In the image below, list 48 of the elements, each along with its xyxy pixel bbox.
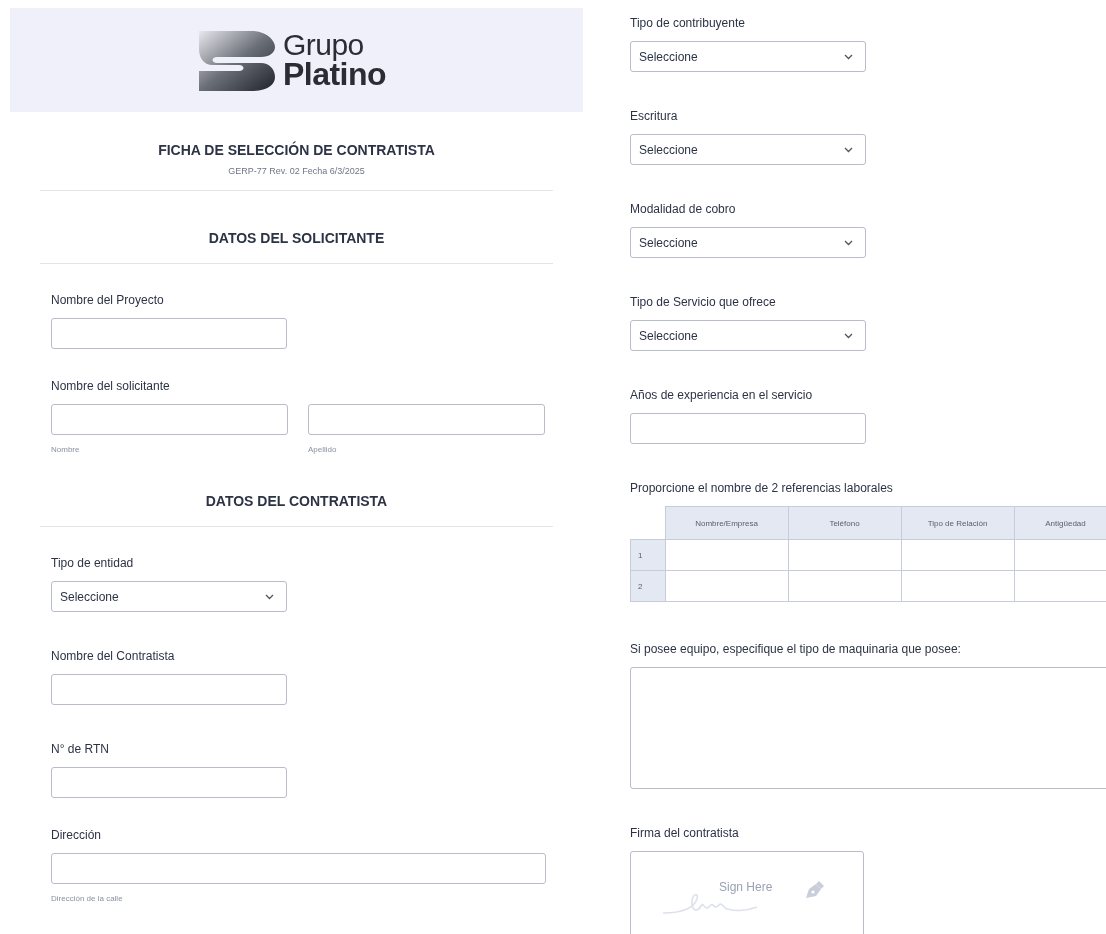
chevron-down-icon xyxy=(265,593,274,600)
chevron-down-icon xyxy=(844,146,853,153)
dropdown[interactable]: Seleccione xyxy=(630,41,866,72)
text-field[interactable] xyxy=(308,404,545,435)
column-header: Antigüedad xyxy=(1014,506,1106,540)
section-heading: DATOS DEL SOLICITANTE xyxy=(208,230,385,246)
text-field[interactable] xyxy=(51,674,287,705)
text-area[interactable] xyxy=(630,667,1106,789)
row-number: 1 xyxy=(630,539,665,571)
logo-wordmark: Grupo xyxy=(282,30,365,60)
dropdown[interactable]: Seleccione xyxy=(630,134,866,165)
field-label: Tipo de Servicio que ofrece xyxy=(630,295,777,309)
column-header: Tipo de Relación xyxy=(901,506,1014,540)
field-label: Proporcione el nombre de 2 referencias laborales xyxy=(630,481,894,495)
row-number: 2 xyxy=(630,570,665,602)
field-label: Si posee equipo, especifique el tipo de maquinaria que posee: xyxy=(630,642,962,656)
signature-placeholder: Sign Here xyxy=(719,880,773,894)
field-label: Tipo de contribuyente xyxy=(630,16,746,30)
dropdown[interactable]: Seleccione xyxy=(630,227,866,258)
form-title: FICHA DE SELECCIÓN DE CONTRATISTA xyxy=(157,142,436,158)
field-hint: Dirección de la calle xyxy=(51,894,124,903)
chevron-down-icon xyxy=(844,239,853,246)
field-label: Nombre del solicitante xyxy=(51,379,171,393)
field-label: Escritura xyxy=(630,109,679,123)
column-header: Nombre/Empresa xyxy=(665,506,788,540)
field-label: Años de experiencia en el servicio xyxy=(630,388,814,402)
field-label: Tipo de entidad xyxy=(51,556,135,570)
text-field[interactable] xyxy=(51,853,546,884)
text-field[interactable] xyxy=(51,767,287,798)
text-field[interactable] xyxy=(51,318,287,349)
form-code: GERP-77 Rev. 02 Fecha 6/3/2025 xyxy=(227,166,366,176)
field-label: Dirección xyxy=(51,828,102,842)
field-hint: Nombre xyxy=(51,445,81,454)
column-header: Teléfono xyxy=(788,506,901,540)
chevron-down-icon xyxy=(844,332,853,339)
field-label: Nombre del Proyecto xyxy=(51,293,165,307)
field-label: Modalidad de cobro xyxy=(630,202,737,216)
text-field[interactable] xyxy=(51,404,288,435)
field-label: Firma del contratista xyxy=(630,826,740,840)
text-field[interactable] xyxy=(630,413,866,444)
chevron-down-icon xyxy=(844,53,853,60)
section-heading: DATOS DEL CONTRATISTA xyxy=(205,493,388,509)
dropdown[interactable]: Seleccione xyxy=(51,581,287,612)
dropdown[interactable]: Seleccione xyxy=(630,320,866,351)
field-label: N° de RTN xyxy=(51,742,110,756)
pen-icon xyxy=(803,879,825,901)
field-hint: Apellido xyxy=(308,445,338,454)
field-label: Nombre del Contratista xyxy=(51,649,176,663)
